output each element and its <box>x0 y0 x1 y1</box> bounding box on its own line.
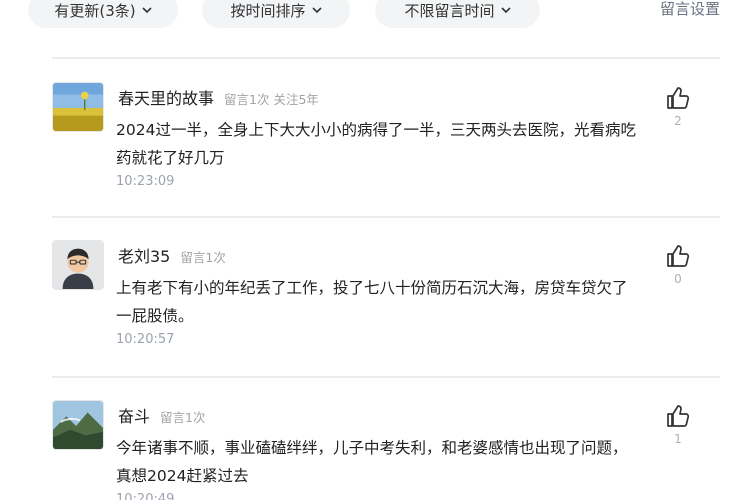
comment-text: 上有老下有小的年纪丢了工作，投了七八十份简历石沉大海，房贷车贷欠了一屁股债。 <box>116 279 628 325</box>
chevron-down-icon <box>500 7 511 14</box>
updates-filter-label: 有更新(3条) <box>54 1 136 20</box>
sort-filter-label: 按时间排序 <box>230 1 306 20</box>
cartoon-man-avatar[interactable] <box>52 240 104 290</box>
username[interactable]: 老刘35 <box>118 243 170 267</box>
comment-text: 2024过一半，全身上下大大小小的病得了一半，三天两头去医院，光看病吃药就花了好… <box>116 121 636 167</box>
thumbs-up-icon[interactable] <box>664 402 692 430</box>
time-range-filter-button[interactable]: 不限留言时间 <box>375 0 540 28</box>
filter-bar: 有更新(3条) 按时间排序 不限留言时间 留言设置 <box>0 0 750 44</box>
mountain-landscape-avatar[interactable] <box>52 400 104 450</box>
comment-time: 10:20:57 <box>116 332 175 347</box>
time-range-filter-label: 不限留言时间 <box>404 1 495 20</box>
thumbs-up-icon[interactable] <box>664 242 692 270</box>
updates-filter-button[interactable]: 有更新(3条) <box>28 0 178 28</box>
comment-text: 今年诸事不顺，事业磕磕绊绊，儿子中考失利，和老婆感情也出现了问题，真想2024赶… <box>116 439 628 485</box>
thumbs-up-icon[interactable] <box>664 84 692 112</box>
chevron-down-icon <box>142 7 152 14</box>
comment-settings-link[interactable]: 留言设置 <box>660 0 720 19</box>
comment-time: 10:23:09 <box>116 174 175 189</box>
divider <box>52 57 720 59</box>
like-count: 0 <box>674 272 682 286</box>
chevron-down-icon <box>311 7 322 14</box>
like-count: 1 <box>674 432 682 446</box>
divider <box>52 376 720 378</box>
comment-time: 10:20:49 <box>116 492 175 500</box>
user-meta: 留言1次 <box>180 250 226 265</box>
username[interactable]: 奋斗 <box>118 403 150 427</box>
sort-filter-button[interactable]: 按时间排序 <box>202 0 350 28</box>
user-meta: 留言1次 关注5年 <box>224 92 319 107</box>
comment-item: 奋斗 留言1次 今年诸事不顺，事业磕磕绊绊，儿子中考失利，和老婆感情也出现了问题… <box>52 400 720 500</box>
user-meta: 留言1次 <box>160 410 206 425</box>
field-landscape-avatar[interactable] <box>52 82 104 132</box>
username[interactable]: 春天里的故事 <box>118 85 214 109</box>
comment-item: 老刘35 留言1次 上有老下有小的年纪丢了工作，投了七八十份简历石沉大海，房贷车… <box>52 240 720 360</box>
like-count: 2 <box>674 114 682 128</box>
divider <box>52 216 720 218</box>
comment-item: 春天里的故事 留言1次 关注5年 2024过一半，全身上下大大小小的病得了一半，… <box>52 82 720 202</box>
